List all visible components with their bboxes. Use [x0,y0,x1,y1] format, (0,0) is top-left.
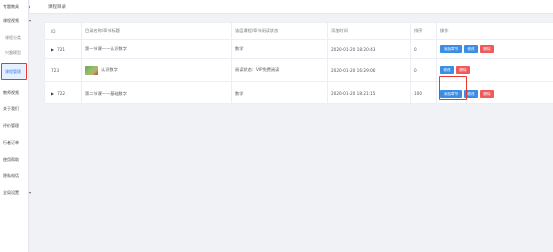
table-row: ▶ 722 第二节课——基础数字 数学 2020-01-20 18:21:15 … [45,82,553,105]
highlight-box [439,76,467,100]
row-status: 数学 [235,46,244,51]
row-id: 721 [57,46,66,52]
sidebar-item-label: 行者订单 [3,140,19,145]
header-id: ID [51,28,56,34]
sidebar-item-help[interactable]: 使用帮助 [3,155,47,164]
sidebar-item-teacher-video[interactable]: 教师视频 [3,88,47,97]
row-time: 2020-01-20 16:29:06 [331,67,376,73]
table-header: ID 目录名称/章节标题 该层课程/章节阅读状态 添加时间 排序 操作 [45,23,553,40]
row-name-cell: 认识数字 [85,59,118,81]
row-id-cell: 723 [51,59,59,81]
row-name: 第一节课——认识数字 [85,46,127,51]
sidebar-item-interest-model[interactable]: 兴趣模型 [5,48,49,57]
chevron-down-icon: ▾ [29,18,32,23]
chevron-down-icon: ▾ [29,190,32,195]
sidebar-item-label: 课程管理 [5,69,21,74]
table-row: ▶ 721 第一节课——认识数字 数学 2020-01-20 18:20:43 … [45,40,553,59]
sidebar-item-label: 专题教具 [3,4,19,9]
sidebar-item-about-us[interactable]: 关于我们 [3,104,47,113]
breadcrumb-current: 课程目录 [48,5,66,10]
delete-button[interactable]: 删除 [456,66,470,74]
edit-button[interactable]: 修改 [464,45,478,53]
row-time: 2020-01-20 18:20:43 [331,46,376,52]
sidebar-item-label: 课程视频 [3,18,19,23]
expand-arrow-icon[interactable]: ▶ [51,91,54,96]
row-time: 2020-01-20 18:21:15 [331,91,376,96]
course-catalog-table: ID 目录名称/章节标题 该层课程/章节阅读状态 添加时间 排序 操作 ▶ 72… [44,22,553,105]
row-name: 第二节课——基础数字 [85,90,127,96]
row-id-cell: ▶ 722 [51,82,65,105]
sidebar-item-course-category[interactable]: 课程分类 [5,33,49,42]
sidebar-item-course-management[interactable]: 课程管理 [1,63,27,80]
row-name: 认识数字 [101,67,118,72]
sidebar-item-privacy-phone[interactable]: 隐私电话 [3,171,47,180]
row-sort: 0 [414,67,417,73]
sidebar-item-global-settings[interactable]: 全局设置 ▾ [3,188,47,197]
header-ops: 操作 [440,28,449,33]
sidebar: 专题教具 ▸ 课程视频 ▾ 课程分类 兴趣模型 课程管理 教师视频 关于我们 评… [0,0,31,252]
chapter-thumbnail [85,65,98,75]
sidebar-item-label: 教师视频 [3,90,19,95]
sidebar-item-label: 课程分类 [5,35,21,40]
delete-button[interactable]: 删除 [480,89,494,98]
header-name: 目录名称/章节标题 [85,28,120,33]
row-status: 数学 [235,90,244,96]
edit-button[interactable]: 修改 [440,66,454,74]
row-id: 722 [57,91,66,96]
sidebar-item-label: 隐私电话 [3,173,19,178]
sidebar-item-label: 使用帮助 [3,157,19,162]
sidebar-item-label: 全局设置 [3,190,19,195]
header-time: 添加时间 [331,28,348,33]
row-actions: 添加章节 修改 删除 [440,40,496,58]
row-sort: 0 [414,46,417,52]
breadcrumb: 课程目录 [30,0,553,14]
header-sort: 排序 [414,28,423,33]
app-root: 专题教具 ▸ 课程视频 ▾ 课程分类 兴趣模型 课程管理 教师视频 关于我们 评… [0,0,553,252]
table-row: 723 认识数字 阅读状态：VIP免费阅读 2020-01-20 16:29:0… [45,59,553,82]
sidebar-item-label: 兴趣模型 [5,50,21,55]
row-id: 723 [51,67,59,73]
row-status: 阅读状态：VIP免费阅读 [235,67,280,72]
header-status: 该层课程/章节阅读状态 [235,28,279,33]
sidebar-item-reviews[interactable]: 评价管理 [3,121,47,130]
add-chapter-button[interactable]: 添加章节 [440,45,462,53]
row-id-cell: ▶ 721 [51,40,65,58]
delete-button[interactable]: 删除 [480,45,494,53]
sidebar-item-label: 关于我们 [3,106,19,111]
sidebar-item-orders[interactable]: 行者订单 [3,138,47,147]
sidebar-item-label: 评价管理 [3,123,19,128]
row-sort: 100 [414,91,422,96]
sidebar-item-course-video[interactable]: 课程视频 ▾ [3,16,47,25]
expand-arrow-icon[interactable]: ▶ [51,47,54,52]
